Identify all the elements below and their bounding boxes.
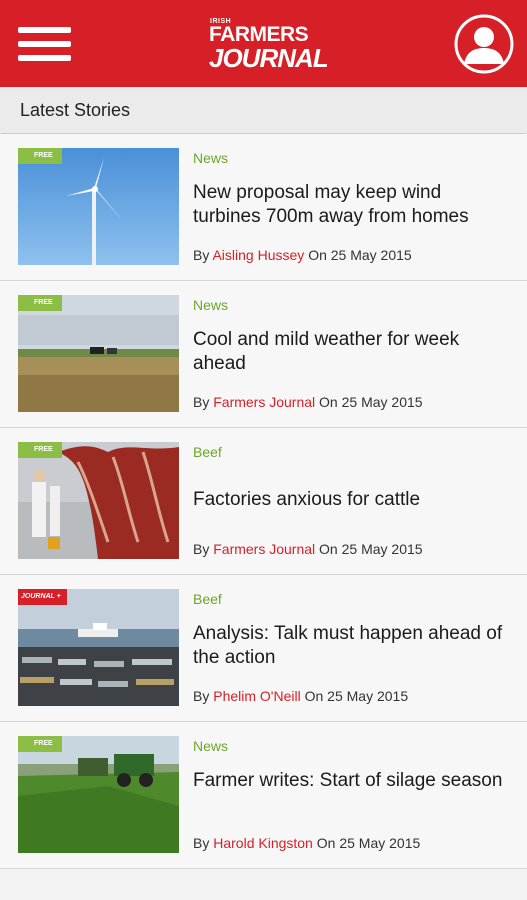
hamburger-menu-icon[interactable] [18, 25, 71, 63]
section-title: Latest Stories [20, 100, 131, 120]
logo-sub-text: JOURNAL [209, 43, 329, 73]
story-headline[interactable]: Farmer writes: Start of silage season [193, 769, 513, 793]
story-item[interactable]: JOURNAL + Beef Analysis: Talk must happe… [0, 575, 527, 722]
story-category[interactable]: News [193, 738, 228, 754]
story-thumbnail[interactable]: FREE [18, 148, 179, 265]
story-thumbnail[interactable]: FREE [18, 736, 179, 853]
section-header: Latest Stories [0, 87, 527, 133]
byline-by: By [193, 835, 210, 851]
profile-icon[interactable] [454, 14, 514, 74]
story-category[interactable]: News [193, 297, 228, 313]
story-item[interactable]: FREE News Farmer writes: Start of silage… [0, 722, 527, 869]
story-date: On 25 May 2015 [319, 394, 423, 410]
story-thumbnail[interactable]: FREE [18, 295, 179, 412]
free-badge: FREE [18, 736, 62, 752]
story-author[interactable]: Aisling Hussey [212, 247, 304, 263]
story-category[interactable]: News [193, 150, 228, 166]
story-headline[interactable]: New proposal may keep wind turbines 700m… [193, 181, 513, 229]
story-item[interactable]: FREE News New proposal may keep wind tur… [0, 134, 527, 281]
story-date: On 25 May 2015 [316, 835, 421, 851]
story-author[interactable]: Farmers Journal [213, 541, 315, 557]
story-byline: By Phelim O'Neill On 25 May 2015 [193, 688, 408, 704]
story-thumbnail[interactable]: FREE [18, 442, 179, 559]
story-headline[interactable]: Analysis: Talk must happen ahead of the … [193, 622, 513, 670]
farmers-journal-logo[interactable]: IRISH FARMERS JOURNAL [207, 16, 329, 74]
story-item[interactable]: FREE News Cool and mild weather for week… [0, 281, 527, 428]
story-byline: By Farmers Journal On 25 May 2015 [193, 541, 423, 557]
story-thumbnail[interactable]: JOURNAL + [18, 589, 179, 706]
story-headline[interactable]: Factories anxious for cattle [193, 488, 513, 512]
story-byline: By Harold Kingston On 25 May 2015 [193, 835, 420, 851]
byline-by: By [193, 394, 210, 410]
story-date: On 25 May 2015 [308, 247, 412, 263]
byline-by: By [193, 247, 210, 263]
story-author[interactable]: Farmers Journal [213, 394, 315, 410]
story-byline: By Aisling Hussey On 25 May 2015 [193, 247, 412, 263]
byline-by: By [193, 541, 210, 557]
story-headline[interactable]: Cool and mild weather for week ahead [193, 328, 513, 376]
story-item[interactable]: FREE Beef Factories anxious for cattle B… [0, 428, 527, 575]
story-byline: By Farmers Journal On 25 May 2015 [193, 394, 423, 410]
free-badge: FREE [18, 442, 62, 458]
byline-by: By [193, 688, 210, 704]
free-badge: FREE [18, 295, 62, 311]
story-date: On 25 May 2015 [304, 688, 409, 704]
story-category[interactable]: Beef [193, 591, 222, 607]
story-date: On 25 May 2015 [319, 541, 423, 557]
story-author[interactable]: Harold Kingston [213, 835, 313, 851]
journal-plus-badge: JOURNAL + [18, 589, 67, 605]
top-app-bar: IRISH FARMERS JOURNAL [0, 0, 527, 87]
story-author[interactable]: Phelim O'Neill [213, 688, 300, 704]
story-category[interactable]: Beef [193, 444, 222, 460]
free-badge: FREE [18, 148, 62, 164]
